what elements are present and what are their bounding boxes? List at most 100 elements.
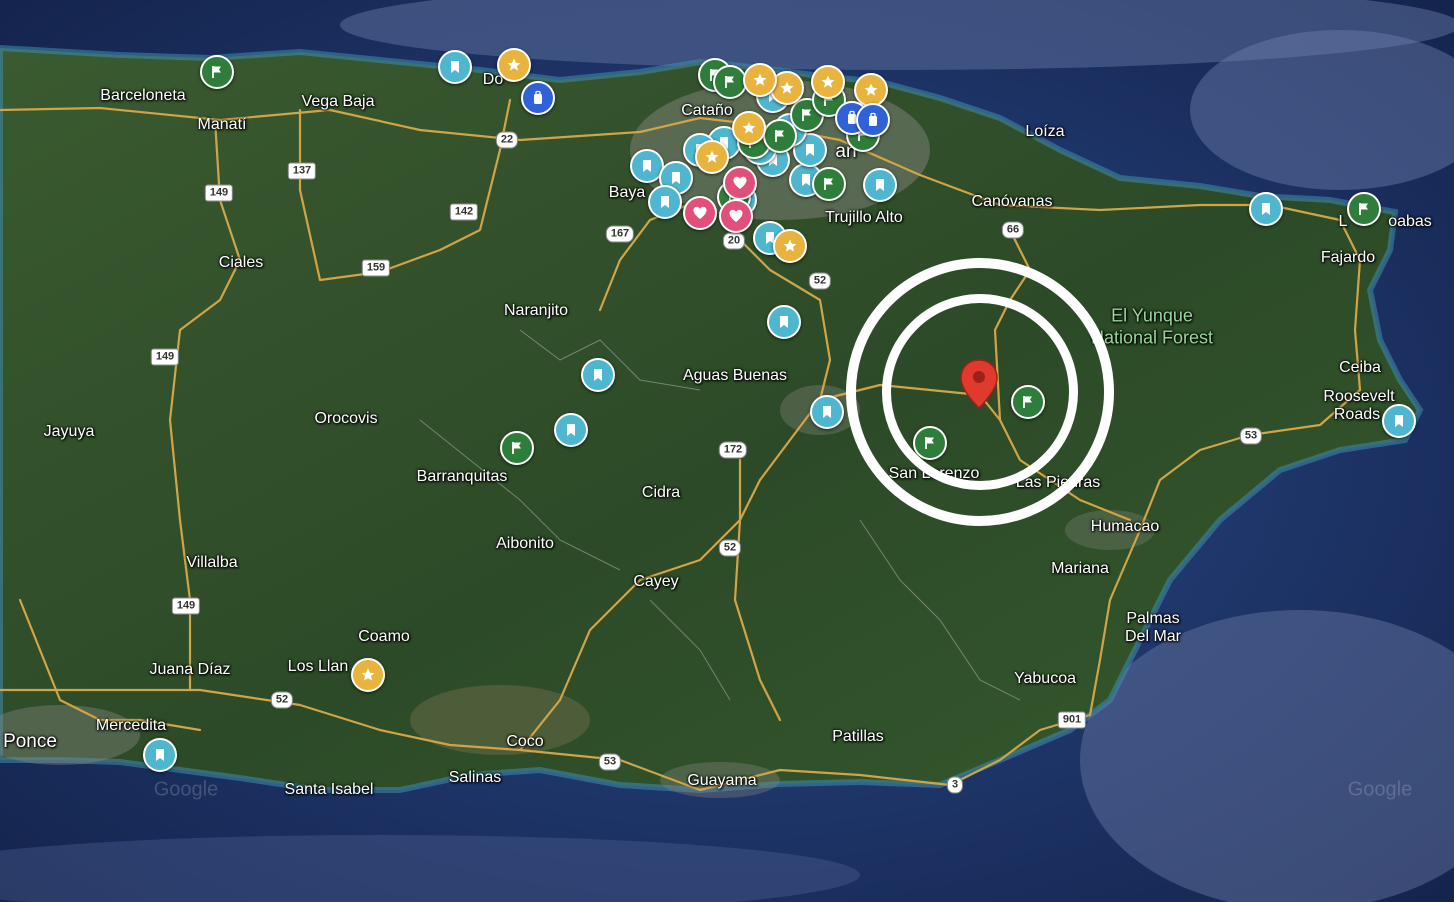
saved-place-pin-heart[interactable] [719,199,753,233]
bookmark-icon [1395,415,1403,427]
label-del-mar: Del Mar [1124,628,1182,645]
saved-place-pin-star[interactable] [351,658,385,692]
route-shield-172: 172 [718,441,748,459]
flag-icon [725,76,734,88]
label-salinas: Salinas [448,769,502,786]
saved-place-pin-bookmark[interactable] [581,358,615,392]
location-marker-shape [960,359,998,410]
saved-place-pin-star[interactable] [732,111,766,145]
label-ceiba: Ceiba [1339,359,1381,376]
saved-place-pin-bookmark[interactable] [863,168,897,202]
label-fajardo: Fajardo [1320,249,1376,266]
bookmark-icon [806,144,814,156]
bookmark-icon [643,160,651,172]
route-shield-159: 159 [361,259,391,277]
route-shield-22: 22 [495,131,519,149]
label-roads: Roads [1333,406,1381,423]
route-shield-20: 20 [722,232,746,250]
label-mercedita: Mercedita [95,717,167,734]
route-shield-149-south: 149 [171,597,201,615]
label-palmas: Palmas [1126,610,1180,627]
star-icon [753,73,767,86]
label-aguas-buenas: Aguas Buenas [682,367,788,384]
saved-place-pin-flag[interactable] [200,55,234,89]
route-shield-52-north: 52 [808,272,832,290]
saved-place-pin-bookmark[interactable] [554,413,588,447]
star-icon [864,83,878,96]
flag-icon [212,66,221,78]
label-barranquitas: Barranquitas [416,468,508,485]
park-label-line2: National Forest [1090,327,1214,348]
heart-icon [729,209,743,222]
saved-place-pin-bookmark[interactable] [767,305,801,339]
label-bayamon: Baya [608,184,646,201]
heart-icon [693,206,707,219]
saved-place-pin-star[interactable] [811,65,845,99]
location-marker-icon[interactable] [959,359,999,414]
route-shield-52-south: 52 [270,691,294,709]
label-los-llanos: Los Llan [287,658,349,675]
flag-icon [1359,203,1368,215]
bookmark-icon [661,196,669,208]
saved-place-pin-flag[interactable] [1347,192,1381,226]
flag-icon [775,130,784,142]
flag-icon [512,442,521,454]
saved-place-pin-star[interactable] [773,229,807,263]
label-yabucoa: Yabucoa [1014,670,1076,687]
bookmark-icon [780,316,788,328]
saved-place-pin-bookmark[interactable] [1249,192,1283,226]
star-icon [783,239,797,252]
label-loiza: Loíza [1025,123,1065,140]
bookmark-icon [594,369,602,381]
label-vega-baja: Vega Baja [301,93,375,110]
route-shield-149-mid: 149 [150,348,180,366]
saved-place-pin-star[interactable] [695,140,729,174]
saved-place-pin-luggage[interactable] [856,103,890,137]
bookmark-icon [156,749,164,761]
label-guayama: Guayama [687,772,757,789]
park-label-line1: El Yunque [1111,305,1193,326]
star-icon [821,75,835,88]
label-naranjito: Naranjito [503,302,569,319]
saved-place-pin-bookmark[interactable] [143,738,177,772]
saved-place-pin-flag[interactable] [812,167,846,201]
satellite-map[interactable]: Barceloneta Manatí Vega Baja Do Cataño a… [0,0,1454,902]
luggage-icon [534,90,542,104]
star-icon [361,668,375,681]
saved-place-pin-flag[interactable] [713,65,747,99]
saved-place-pin-bookmark[interactable] [1382,404,1416,438]
google-watermark-left: Google [153,778,219,801]
label-juana-diaz: Juana Díaz [149,661,231,678]
heart-icon [733,176,747,189]
saved-place-pin-star[interactable] [743,63,777,97]
saved-place-pin-star[interactable] [497,48,531,82]
route-shield-167: 167 [605,225,635,243]
route-shield-53-south: 53 [598,753,622,771]
label-catano: Cataño [681,102,733,119]
route-shield-53-east: 53 [1239,427,1263,445]
saved-place-pin-flag[interactable] [500,431,534,465]
route-shield-137: 137 [287,162,317,180]
label-cayey: Cayey [633,573,679,590]
star-icon [780,81,794,94]
label-luquillo: L [1338,213,1348,230]
label-luquillo-suffix: oabas [1388,213,1432,230]
saved-place-pin-bookmark[interactable] [810,395,844,429]
label-villalba: Villalba [186,554,238,571]
star-icon [705,150,719,163]
saved-place-pin-heart[interactable] [723,166,757,200]
bookmark-icon [876,179,884,191]
saved-place-pin-bookmark[interactable] [438,50,472,84]
label-coco: Coco [506,733,544,750]
route-shield-142: 142 [449,203,479,221]
star-icon [742,121,756,134]
route-shield-66: 66 [1001,221,1025,239]
route-shield-52-cayey: 52 [718,539,742,557]
label-ponce: Ponce [3,731,57,752]
saved-place-pin-bookmark[interactable] [648,185,682,219]
saved-place-pin-heart[interactable] [683,196,717,230]
bookmark-icon [451,61,459,73]
label-aibonito: Aibonito [496,535,554,552]
saved-place-pin-flag[interactable] [763,119,797,153]
saved-place-pin-luggage[interactable] [521,81,555,115]
